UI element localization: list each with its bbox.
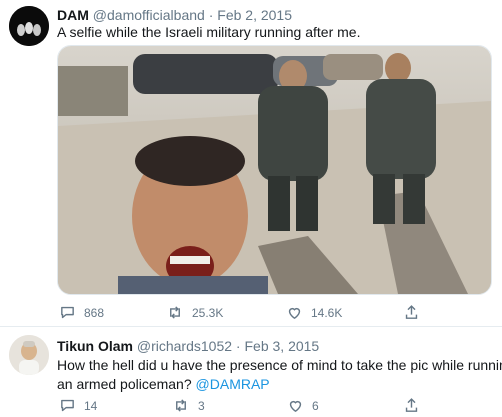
reply-count: 14 (84, 398, 98, 413)
tweet-header: DAM @damofficialband · Feb 2, 2015 (57, 7, 292, 24)
timestamp[interactable]: Feb 2, 2015 (217, 7, 292, 23)
retweet-count: 25.3K (192, 305, 224, 320)
tweet-text: an armed policeman? (57, 376, 192, 392)
like-icon (288, 307, 301, 320)
handle[interactable]: @richards1052 (137, 338, 232, 354)
retweet-button[interactable]: 3 (172, 397, 205, 414)
retweet-icon (170, 306, 180, 319)
retweet-count: 3 (198, 398, 205, 413)
reply-icon (61, 399, 74, 412)
share-icon (405, 305, 418, 319)
reply-count: 868 (84, 305, 105, 320)
like-button[interactable]: 6 (287, 397, 319, 414)
share-button[interactable] (403, 304, 420, 321)
avatar[interactable] (9, 335, 49, 375)
handle[interactable]: @damofficialband (93, 7, 205, 23)
tweet-text-line-2: an armed policeman? @DAMRAP (57, 375, 270, 394)
separator: · (208, 7, 214, 23)
retweet-icon (176, 399, 186, 412)
mention-link[interactable]: @DAMRAP (196, 376, 270, 392)
like-count: 14.6K (311, 305, 343, 320)
like-button[interactable]: 14.6K (286, 304, 342, 321)
tweet-text: A selfie while the Israeli military runn… (57, 24, 361, 40)
tweet-header: Tikun Olam @richards1052 · Feb 3, 2015 (57, 338, 319, 355)
timestamp[interactable]: Feb 3, 2015 (244, 338, 319, 354)
reply-button[interactable]: 868 (59, 304, 104, 321)
retweet-button[interactable]: 25.3K (166, 304, 223, 321)
display-name[interactable]: Tikun Olam (57, 338, 133, 354)
display-name[interactable]: DAM (57, 7, 89, 23)
reply-icon (61, 306, 74, 319)
share-icon (405, 398, 418, 412)
like-count: 6 (312, 398, 319, 413)
tweet[interactable]: DAM @damofficialband · Feb 2, 2015 A sel… (0, 0, 502, 327)
reply-button[interactable]: 14 (59, 397, 97, 414)
like-icon (289, 400, 302, 413)
avatar[interactable] (9, 6, 49, 46)
share-button[interactable] (403, 397, 420, 414)
tweet-photo[interactable] (57, 45, 492, 295)
tweet-text-line-1: How the hell did u have the presence of … (57, 357, 502, 373)
separator: · (235, 338, 241, 354)
